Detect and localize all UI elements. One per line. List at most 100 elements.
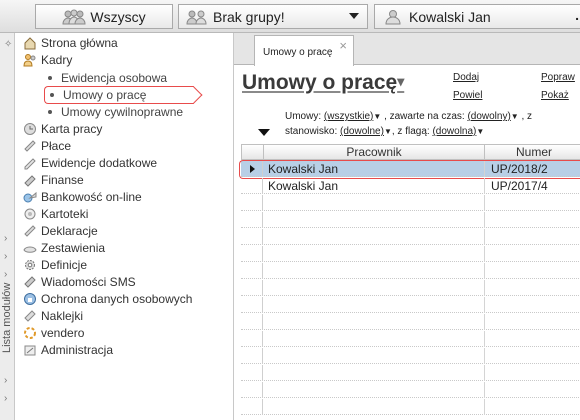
empty-row [241,195,580,211]
show-link[interactable]: Pokaż [541,90,569,101]
filter-umowy-label: Umowy: [285,111,322,122]
sidebar-item-label: vendero [41,326,85,340]
module-list-strip[interactable]: ✧ › › › Lista modułów › › [0,33,15,420]
row-indicator [241,297,263,313]
row-indicator [241,348,263,364]
empty-row [241,229,580,245]
tab-label: Umowy o pracę [263,47,333,58]
module-list-label: Lista modułów [1,282,13,353]
empty-row [241,314,580,330]
close-icon[interactable]: × [339,38,347,53]
sidebar-item-ewidencje-dodatkowe[interactable]: Ewidencje dodatkowe [23,155,157,171]
sidebar-item-zestawienia[interactable]: Zestawienia [23,240,105,256]
table-row[interactable]: Kowalski Jan UP/2018/2 [239,160,580,179]
sidebar-item-place[interactable]: Płace [23,138,71,154]
pin-icon[interactable]: ✧ [4,39,12,50]
row-indicator [241,280,263,296]
column-divider [484,263,485,279]
column-divider [484,212,485,228]
sidebar-item-ochrona-danych[interactable]: Ochrona danych osobowych [23,291,192,307]
sidebar-item-vendero[interactable]: vendero [23,325,84,341]
sidebar-item-umowy-cywilnoprawne[interactable]: Umowy cywilnoprawne [43,104,183,120]
sidebar-item-administracja[interactable]: Administracja [23,342,113,358]
sidebar-item-home[interactable]: Strona główna [23,35,118,51]
sidebar-item-deklaracje[interactable]: Deklaracje [23,223,98,239]
sidebar-item-karta-pracy[interactable]: Karta pracy [23,121,102,137]
sidebar-item-label: Naklejki [41,309,84,323]
dropdown-arrow-icon[interactable]: ▼ [511,112,519,121]
dropdown-arrow-icon[interactable]: ▼ [476,127,484,136]
gear-icon [23,258,37,272]
row-indicator-header [241,144,264,160]
subgroup-filter-label: Brak grupy! [213,8,285,25]
filter-stanowisko-value[interactable]: (dowolne) [340,126,384,137]
sms-icon [23,275,37,289]
filter-flaga-value[interactable]: (dowolna) [432,126,476,137]
column-divider [484,399,485,415]
subgroup-filter-combo[interactable]: Brak grupy! [178,4,368,29]
sidebar-item-label: Umowy cywilnoprawne [61,105,184,119]
column-divider [484,314,485,330]
sidebar-item-finanse[interactable]: Finanse [23,172,84,188]
cell-numer[interactable]: UP/2017/4 [488,178,548,194]
dropdown-arrow-icon[interactable] [349,13,359,19]
column-divider [484,331,485,347]
empty-row [241,399,580,415]
person-selector-combo[interactable]: Kowalski Jan . [374,4,580,29]
chevron-right-icon[interactable]: › [4,251,7,262]
group-filter-combo[interactable]: Wszyscy [35,4,173,29]
sidebar-item-label: Finanse [41,173,84,187]
row-indicator [241,212,263,228]
column-divider [484,365,485,381]
sticker-icon [23,309,37,323]
sidebar-item-definicje[interactable]: Definicje [23,257,87,273]
filter-row-2: stanowisko: (dowolne)▼, z flagą: (dowoln… [285,126,484,137]
tab-umowy-o-prace[interactable]: Umowy o pracę × [254,35,354,66]
tab-strip: Umowy o pracę × [234,33,580,66]
declaration-icon [23,224,37,238]
page-title[interactable]: Umowy o pracę▾ [242,71,404,95]
records-icon [23,156,37,170]
column-header-numer[interactable]: Numer [484,144,580,160]
sidebar-item-naklejki[interactable]: Naklejki [23,308,83,324]
empty-row [241,348,580,364]
sidebar-item-bankowosc[interactable]: Bankowość on-line [23,189,142,205]
row-indicator [241,246,263,262]
filter-row-1: Umowy: (wszystkie)▼ , zawarte na czas: (… [285,111,532,122]
chevron-right-icon[interactable]: › [4,233,7,244]
empty-row [241,212,580,228]
sidebar-item-umowy-o-prace[interactable]: Umowy o pracę [44,86,194,104]
column-divider [484,280,485,296]
filter-zawarte-tail: , z [521,111,533,122]
filter-zawarte-value[interactable]: (dowolny) [467,111,510,122]
edit-link[interactable]: Popraw [541,72,575,83]
cell-pracownik[interactable]: Kowalski Jan [265,178,338,194]
column-divider [484,297,485,313]
sidebar-item-wiadomosci-sms[interactable]: Wiadomości SMS [23,274,136,290]
sidebar-item-label: Kadry [41,53,73,67]
sidebar-item-kartoteki[interactable]: Kartoteki [23,206,88,222]
dropdown-arrow-icon[interactable]: ▼ [384,127,392,136]
dropdown-arrow-icon[interactable]: ▼ [373,112,381,121]
table-row[interactable]: Kowalski Jan UP/2017/4 [241,178,580,194]
collapse-filters-icon[interactable] [258,129,270,136]
sidebar-item-label: Definicje [41,258,88,272]
chevron-right-icon[interactable]: › [4,269,7,280]
add-link[interactable]: Dodaj [453,72,479,83]
column-divider [484,178,485,194]
chevron-right-icon[interactable]: › [4,393,7,404]
chevron-right-icon[interactable]: › [4,375,7,386]
catalog-icon [23,207,37,221]
duplicate-link[interactable]: Powiel [453,90,482,101]
cell-numer[interactable]: UP/2018/2 [488,161,548,177]
sidebar-item-kadry[interactable]: Kadry [23,52,72,68]
cell-pracownik[interactable]: Kowalski Jan [265,161,338,177]
empty-row [241,382,580,398]
column-header-pracownik[interactable]: Pracownik [263,144,485,160]
sidebar-item-ewidencja-osobowa[interactable]: Ewidencja osobowa [43,70,167,86]
empty-row [241,297,580,313]
filter-umowy-value[interactable]: (wszystkie) [324,111,373,122]
row-indicator [241,399,263,415]
group-filter-label: Wszyscy [90,8,146,25]
empty-row [241,263,580,279]
